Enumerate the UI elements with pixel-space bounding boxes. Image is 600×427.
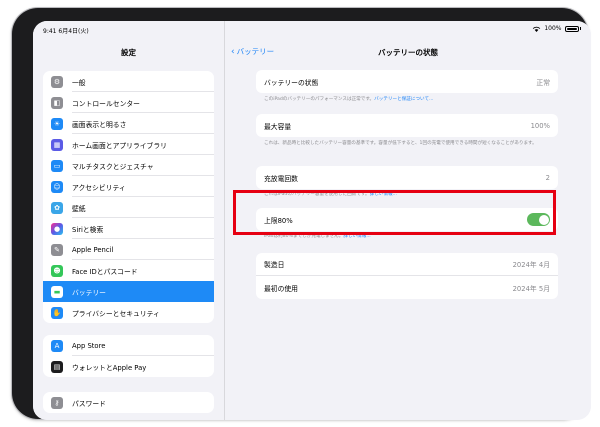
privacy-hand-icon: ✋: [51, 306, 63, 319]
status-time: 9:41 6月4日(火): [43, 28, 89, 35]
sidebar-item-privacy[interactable]: ✋ プライバシーとセキュリティ: [43, 302, 214, 323]
sidebar-item-home-screen[interactable]: ▦ ホーム画面とアプリライブラリ: [43, 134, 214, 155]
gear-icon: ⚙: [51, 75, 63, 88]
manufacture-date-row: 製造日 2024年 4月: [256, 253, 558, 276]
wallet-icon: ▤: [51, 360, 63, 373]
control-center-icon: ◧: [51, 96, 63, 109]
app-store-icon: A: [51, 339, 63, 352]
max-capacity-note: これは、新品時と比較したバッテリー容量の基準です。容量が低下すると、1回の充電で…: [264, 141, 537, 146]
sidebar-group-main: ⚙ 一般 ◧ コントロールセンター ☀ 画面表示と明るさ ▦ ホーム画面とアプリライブラ…: [43, 71, 214, 323]
sidebar-item-passwords[interactable]: ⚷ パスワード: [43, 392, 214, 413]
highlight-box: [233, 190, 556, 235]
max-capacity-row: 最大容量 100%: [256, 114, 558, 137]
accessibility-icon: ☺: [51, 180, 63, 193]
battery-icon: ▬: [51, 285, 63, 298]
wallpaper-icon: ✿: [51, 201, 63, 214]
siri-icon: ●: [51, 222, 63, 235]
settings-sidebar: 設定 ⚙ 一般 ◧ コントロールセンター ☀ 画面表示と明るさ ▦ ホーム画面とアプリラ…: [33, 21, 225, 420]
sidebar-item-battery[interactable]: ▬ バッテリー: [43, 281, 214, 302]
battery-percent: 100%: [544, 25, 562, 32]
sidebar-item-multitask[interactable]: ▭ マルチタスクとジェスチャ: [43, 155, 214, 176]
status-battery-icon: [564, 25, 579, 32]
status-bar: 9:41 6月4日(火) 100%: [33, 21, 591, 37]
face-id-icon: ☻: [51, 264, 63, 277]
sidebar-group-store: A App Store ▤ ウォレットとApple Pay: [43, 335, 214, 377]
sidebar-item-face-id[interactable]: ☻ Face IDとパスコード: [43, 260, 214, 281]
multitask-icon: ▭: [51, 159, 63, 172]
key-icon: ⚷: [51, 396, 63, 409]
battery-state-note: このiPadのバッテリーのパフォーマンスは正常です。バッテリーと保証について..…: [264, 97, 434, 102]
pencil-icon: ✎: [51, 243, 63, 256]
cycle-count-row: 充放電回数 2: [256, 166, 558, 189]
sidebar-item-wallpaper[interactable]: ✿ 壁紙: [43, 197, 214, 218]
warranty-link[interactable]: バッテリーと保証について...: [374, 97, 433, 102]
battery-state-row: バッテリーの状態 正常: [256, 70, 558, 93]
home-screen-icon: ▦: [51, 138, 63, 151]
wifi-icon: [533, 26, 541, 32]
brightness-icon: ☀: [51, 117, 63, 130]
sidebar-item-siri[interactable]: ● Siriと検索: [43, 218, 214, 239]
sidebar-title: 設定: [121, 48, 136, 57]
sidebar-group-passwords: ⚷ パスワード: [43, 392, 214, 413]
sidebar-item-app-store[interactable]: A App Store: [43, 335, 214, 356]
page-title: バッテリーの状態: [378, 48, 438, 57]
sidebar-item-wallet[interactable]: ▤ ウォレットとApple Pay: [43, 356, 214, 377]
sidebar-item-general[interactable]: ⚙ 一般: [43, 71, 214, 92]
sidebar-item-apple-pencil[interactable]: ✎ Apple Pencil: [43, 239, 214, 260]
sidebar-item-accessibility[interactable]: ☺ アクセシビリティ: [43, 176, 214, 197]
sidebar-item-control-center[interactable]: ◧ コントロールセンター: [43, 92, 214, 113]
sidebar-item-display[interactable]: ☀ 画面表示と明るさ: [43, 113, 214, 134]
first-use-row: 最初の使用 2024年 5月: [264, 284, 550, 293]
dates-card: 製造日 2024年 4月 最初の使用 2024年 5月: [256, 253, 558, 299]
